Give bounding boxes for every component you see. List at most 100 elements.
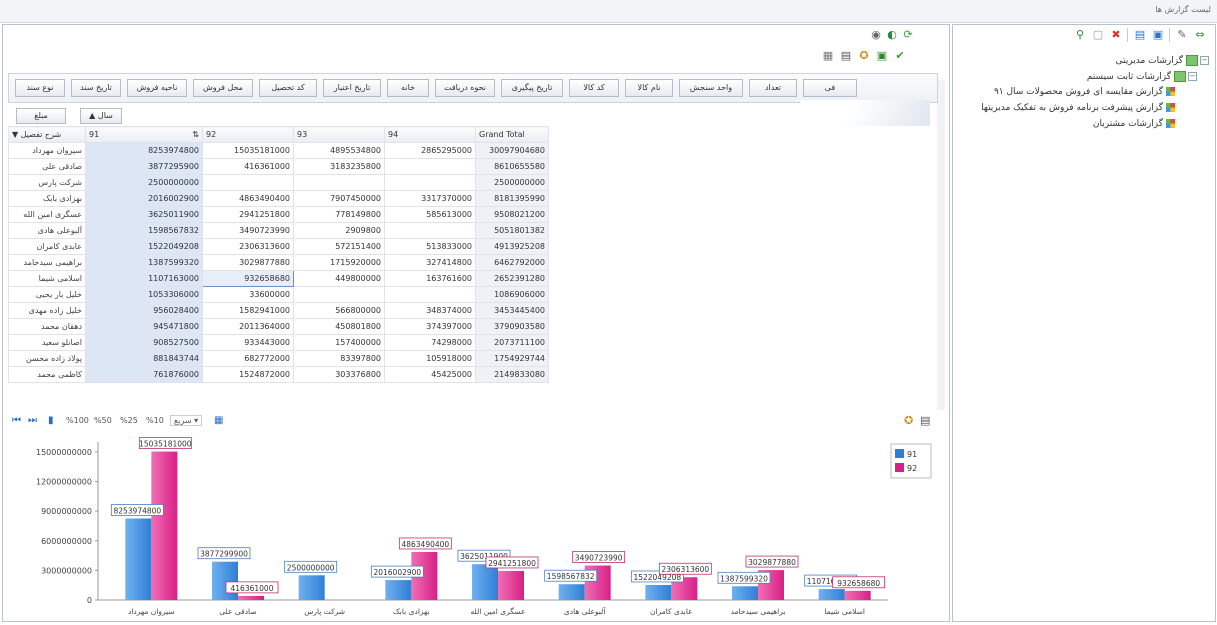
pivot-cell[interactable]: 8181395990 <box>475 190 549 207</box>
field-button[interactable]: تاریخ پیگیری <box>501 79 563 97</box>
delete-icon[interactable]: ✖ <box>1109 28 1123 42</box>
pivot-cell[interactable]: 1086906000 <box>475 286 549 303</box>
column-field-year[interactable]: ▲ سال <box>80 108 122 124</box>
settings-icon[interactable]: ✪ <box>857 49 871 63</box>
pivot-cell[interactable]: 33600000 <box>202 286 294 303</box>
field-button[interactable]: کد تحصیل <box>259 79 317 97</box>
collapse-icon[interactable]: − <box>1200 56 1209 65</box>
pivot-cell[interactable]: 4895534800 <box>293 142 385 159</box>
grid-icon[interactable]: ▦ <box>821 49 835 63</box>
pivot-cell[interactable]: 30097904680 <box>475 142 549 159</box>
row-header[interactable]: اسلامی شیما <box>8 270 86 287</box>
row-header[interactable]: کاظمی محمد <box>8 366 86 383</box>
pivot-cell[interactable]: 1598567832 <box>85 222 203 239</box>
col-header-91[interactable]: 91 ⇅ <box>85 126 203 143</box>
row-header[interactable]: آلبوعلی هادی <box>8 222 86 239</box>
search-icon[interactable]: ⚲ <box>1073 28 1087 42</box>
row-header[interactable]: بهزادی بابک <box>8 190 86 207</box>
row-header[interactable]: براهیمی سیدحامد <box>8 254 86 271</box>
zoom-10[interactable]: %10 <box>146 416 164 425</box>
tree-item-customers[interactable]: گزارشات مشتریان <box>1093 119 1175 129</box>
chart-settings-icon[interactable]: ✪ <box>904 414 913 427</box>
pivot-cell[interactable]: 585613000 <box>384 206 476 223</box>
pivot-cell[interactable]: 303376800 <box>293 366 385 383</box>
pivot-cell[interactable]: 4913925208 <box>475 238 549 255</box>
pivot-cell[interactable]: 8610655580 <box>475 158 549 175</box>
pivot-cell[interactable] <box>384 174 476 191</box>
pivot-cell[interactable]: 3183235800 <box>293 158 385 175</box>
pivot-cell[interactable]: 2016002900 <box>85 190 203 207</box>
pivot-cell[interactable]: 4863490400 <box>202 190 294 207</box>
field-button[interactable]: نوع سند <box>15 79 65 97</box>
pivot-cell[interactable]: 881843744 <box>85 350 203 367</box>
pivot-cell[interactable]: 450801800 <box>293 318 385 335</box>
pivot-cell[interactable]: 2865295000 <box>384 142 476 159</box>
pivot-cell[interactable]: 1387599320 <box>85 254 203 271</box>
refresh-icon[interactable]: ⟳ <box>901 28 915 42</box>
pivot-cell[interactable]: 2909800 <box>293 222 385 239</box>
view-icon[interactable]: ◉ <box>869 28 883 42</box>
back-icon[interactable]: ◐ <box>885 28 899 42</box>
sort-icon[interactable]: ⇅ <box>192 130 199 139</box>
field-button[interactable]: کد کالا <box>569 79 619 97</box>
last-page-icon[interactable]: ⏭ <box>28 415 37 426</box>
row-header[interactable]: اصانلو سعید <box>8 334 86 351</box>
pivot-cell[interactable] <box>293 174 385 191</box>
field-button[interactable]: تاریخ اعتبار <box>323 79 381 97</box>
pivot-cell[interactable] <box>293 286 385 303</box>
pivot-cell[interactable]: 1522049208 <box>85 238 203 255</box>
pivot-cell[interactable]: 2011364000 <box>202 318 294 335</box>
row-header[interactable]: شرکت پارس <box>8 174 86 191</box>
row-field-detail[interactable]: ▼ شرح تفصیل <box>8 126 86 143</box>
field-button[interactable]: تاریخ سند <box>71 79 121 97</box>
pivot-cell[interactable]: 5051801382 <box>475 222 549 239</box>
grid-small-icon[interactable]: ▦ <box>214 415 223 426</box>
pivot-cell[interactable]: 761876000 <box>85 366 203 383</box>
pivot-cell[interactable]: 105918000 <box>384 350 476 367</box>
row-header[interactable]: خلیل بار یحیی <box>8 286 86 303</box>
col-header-92[interactable]: 92 <box>202 126 294 143</box>
collapse-icon[interactable]: − <box>1188 72 1197 81</box>
copy-icon[interactable]: ▢ <box>1091 28 1105 42</box>
row-header[interactable]: عسگری امین الله <box>8 206 86 223</box>
row-header[interactable]: دهقان محمد <box>8 318 86 335</box>
pivot-cell[interactable]: 83397800 <box>293 350 385 367</box>
row-header[interactable]: سیروان مهرداد <box>8 142 86 159</box>
row-header[interactable]: پولاد زاده محسن <box>8 350 86 367</box>
field-button[interactable]: محل فروش <box>193 79 253 97</box>
pivot-cell[interactable]: 682772000 <box>202 350 294 367</box>
pivot-cell[interactable]: 2941251800 <box>202 206 294 223</box>
pivot-cell[interactable]: 9508021200 <box>475 206 549 223</box>
pivot-cell[interactable]: 933443000 <box>202 334 294 351</box>
field-button[interactable]: نحوه دریافت <box>435 79 495 97</box>
pivot-cell[interactable]: 932658680 <box>202 270 294 287</box>
pivot-cell[interactable]: 513833000 <box>384 238 476 255</box>
quick-dropdown[interactable]: سریع ▾ <box>170 415 203 426</box>
pivot-cell[interactable]: 1754929744 <box>475 350 549 367</box>
pivot-cell[interactable]: 1524872000 <box>202 366 294 383</box>
pivot-cell[interactable]: 2149833080 <box>475 366 549 383</box>
pivot-cell[interactable]: 348374000 <box>384 302 476 319</box>
row-header[interactable]: عابدی کامران <box>8 238 86 255</box>
pivot-cell[interactable]: 945471800 <box>85 318 203 335</box>
pivot-cell[interactable]: 3029877880 <box>202 254 294 271</box>
pivot-cell[interactable] <box>202 174 294 191</box>
new-report-icon[interactable]: ▤ <box>1133 28 1147 42</box>
pivot-cell[interactable]: 74298000 <box>384 334 476 351</box>
tree-root[interactable]: گزارشات مدیریتی − <box>1116 55 1209 66</box>
pivot-cell[interactable] <box>384 286 476 303</box>
chart-print-icon[interactable]: ▤ <box>920 414 930 427</box>
pivot-cell[interactable]: 416361000 <box>202 158 294 175</box>
row-header[interactable]: خلیل زاده مهدی <box>8 302 86 319</box>
col-header-grand-total[interactable]: Grand Total <box>475 126 549 143</box>
pivot-cell[interactable]: 2500000000 <box>85 174 203 191</box>
print-icon[interactable]: ▤ <box>839 49 853 63</box>
folder-icon[interactable]: ▣ <box>1151 28 1165 42</box>
check-icon[interactable]: ✔ <box>893 49 907 63</box>
pivot-cell[interactable]: 2306313600 <box>202 238 294 255</box>
tree-folder[interactable]: گزارشات ثابت سیستم − <box>1087 71 1197 82</box>
pivot-cell[interactable]: 7907450000 <box>293 190 385 207</box>
navigate-icon[interactable]: ⇔ <box>1193 28 1207 42</box>
pivot-cell[interactable]: 572151400 <box>293 238 385 255</box>
chart-icon[interactable]: ▮ <box>48 415 54 426</box>
